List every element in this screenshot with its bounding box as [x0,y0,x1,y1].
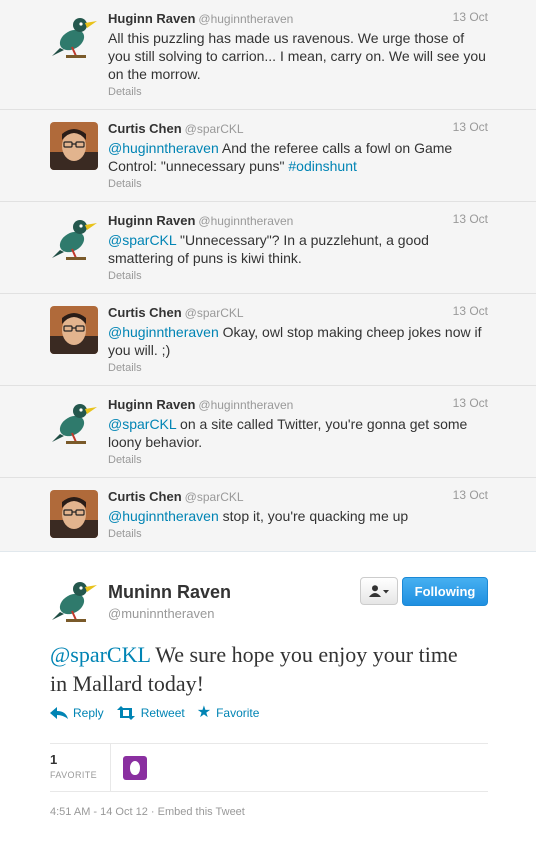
tweet-time[interactable]: 13 Oct [453,488,488,502]
author-handle[interactable]: @huginntheraven [198,398,293,412]
tweet-text: @sparCKL "Unnecessary"? In a puzzlehunt,… [108,231,488,267]
tweet-text: @huginntheraven And the referee calls a … [108,139,488,175]
tweet-text: @huginntheraven Okay, owl stop making ch… [108,323,488,359]
author-handle[interactable]: @huginntheraven [198,12,293,26]
avatar[interactable] [50,12,98,60]
tweet-header: Curtis Chen @sparCKL [108,304,488,322]
tweet-text-part: stop it, you're quacking me up [218,508,409,524]
raven-avatar-icon [52,404,97,444]
person-dropdown-icon [369,585,389,597]
embed-tweet-link[interactable]: Embed this Tweet [158,806,245,818]
meta-separator: · [147,806,158,818]
tweet-text: @sparCKL on a site called Twitter, you'r… [108,415,488,451]
thread-tweet[interactable]: Curtis Chen @sparCKL 13 Oct @huginntheraven… [0,477,536,551]
favorite-label: Favorite [216,706,260,720]
tweet-timestamp[interactable]: 4:51 AM - 14 Oct 12 [50,806,148,818]
avatar[interactable] [50,576,98,624]
details-link[interactable]: Details [108,361,488,375]
thread-tweet[interactable]: Curtis Chen @sparCKL 13 Oct @huginntheraven… [0,109,536,201]
main-tweet-text: @sparCKL We sure hope you enjoy your tim… [50,640,470,698]
thread-tweet[interactable]: Huginn Raven @huginntheraven 13 Oct @sparCK… [0,201,536,293]
author-name[interactable]: Huginn Raven [108,213,195,228]
raven-avatar-icon [52,18,97,58]
author-name[interactable]: Huginn Raven [108,397,195,412]
tweet-time[interactable]: 13 Oct [453,212,488,226]
person-avatar-icon [50,122,98,170]
author-name[interactable]: Curtis Chen [108,305,182,320]
thread-tweet[interactable]: Curtis Chen @sparCKL 13 Oct @huginntheraven… [0,293,536,385]
retweet-label: Retweet [140,706,185,720]
thread-tweet[interactable]: Huginn Raven @huginntheraven 13 Oct @sparCK… [0,385,536,477]
person-avatar-icon [50,306,98,354]
tweet-time[interactable]: 13 Oct [453,304,488,318]
main-author-handle[interactable]: @muninntheraven [108,606,214,621]
avatar[interactable] [50,490,98,538]
raven-avatar-icon [52,582,97,622]
tweet-time[interactable]: 13 Oct [453,10,488,24]
details-link[interactable]: Details [108,453,488,467]
author-name[interactable]: Curtis Chen [108,121,182,136]
favorite-stat[interactable]: 1 FAVORITE [50,752,97,780]
author-name[interactable]: Curtis Chen [108,489,182,504]
mention-link[interactable]: @huginntheraven [108,508,219,524]
avatar[interactable] [50,122,98,170]
mention-link[interactable]: @sparCKL [108,232,176,248]
main-tweet: Muninn Raven @muninntheraven Following @… [0,552,536,847]
retweet-icon [116,706,135,720]
thread-tweet[interactable]: Huginn Raven @huginntheraven 13 Oct All thi… [0,0,536,109]
details-link[interactable]: Details [108,177,488,191]
favorite-stat-label: FAVORITE [50,770,98,780]
tweet-text: @huginntheraven stop it, you're quacking… [108,507,488,525]
tweet-header: Curtis Chen @sparCKL [108,488,488,506]
star-icon: ★ [196,704,212,721]
mention-link[interactable]: @sparCKL [50,642,150,667]
retweet-button[interactable]: Retweet [116,706,185,720]
user-actions-dropdown[interactable] [360,577,398,605]
author-handle[interactable]: @sparCKL [185,490,244,504]
tweet-actions: Reply Retweet ★ Favorite [50,704,260,721]
favorite-button[interactable]: ★ Favorite [196,704,260,721]
tweet-text: All this puzzling has made us ravenous. … [108,29,488,83]
tweet-time[interactable]: 13 Oct [453,120,488,134]
tweet-text-part: All this puzzling has made us ravenous. … [108,30,486,82]
reply-label: Reply [73,706,104,720]
tweet-meta: 4:51 AM - 14 Oct 12 · Embed this Tweet [50,806,245,818]
author-name[interactable]: Huginn Raven [108,11,195,26]
details-link[interactable]: Details [108,269,488,283]
reply-button[interactable]: Reply [50,706,104,720]
conversation-thread: Huginn Raven @huginntheraven 13 Oct All thi… [0,0,536,552]
favoriter-avatar[interactable] [123,756,147,780]
hashtag-link[interactable]: #odinshunt [288,158,357,174]
tweet-header: Huginn Raven @huginntheraven [108,396,488,414]
author-handle[interactable]: @sparCKL [185,306,244,320]
favorite-count: 1 [50,752,58,767]
avatar[interactable] [50,398,98,446]
author-handle[interactable]: @sparCKL [185,122,244,136]
reply-icon [50,707,68,719]
egg-icon [130,761,140,775]
raven-avatar-icon [52,220,97,260]
details-link[interactable]: Details [108,85,488,99]
tweet-stats: 1 FAVORITE [50,743,488,792]
main-author-name[interactable]: Muninn Raven [108,582,231,603]
mention-link[interactable]: @huginntheraven [108,140,219,156]
avatar[interactable] [50,214,98,262]
stat-divider [110,744,111,791]
tweet-time[interactable]: 13 Oct [453,396,488,410]
avatar[interactable] [50,306,98,354]
mention-link[interactable]: @sparCKL [108,416,176,432]
following-button[interactable]: Following [402,577,488,606]
author-handle[interactable]: @huginntheraven [198,214,293,228]
details-link[interactable]: Details [108,527,488,541]
mention-link[interactable]: @huginntheraven [108,324,219,340]
tweet-header: Huginn Raven @huginntheraven [108,10,488,28]
tweet-header: Curtis Chen @sparCKL [108,120,488,138]
tweet-header: Huginn Raven @huginntheraven [108,212,488,230]
person-avatar-icon [50,490,98,538]
